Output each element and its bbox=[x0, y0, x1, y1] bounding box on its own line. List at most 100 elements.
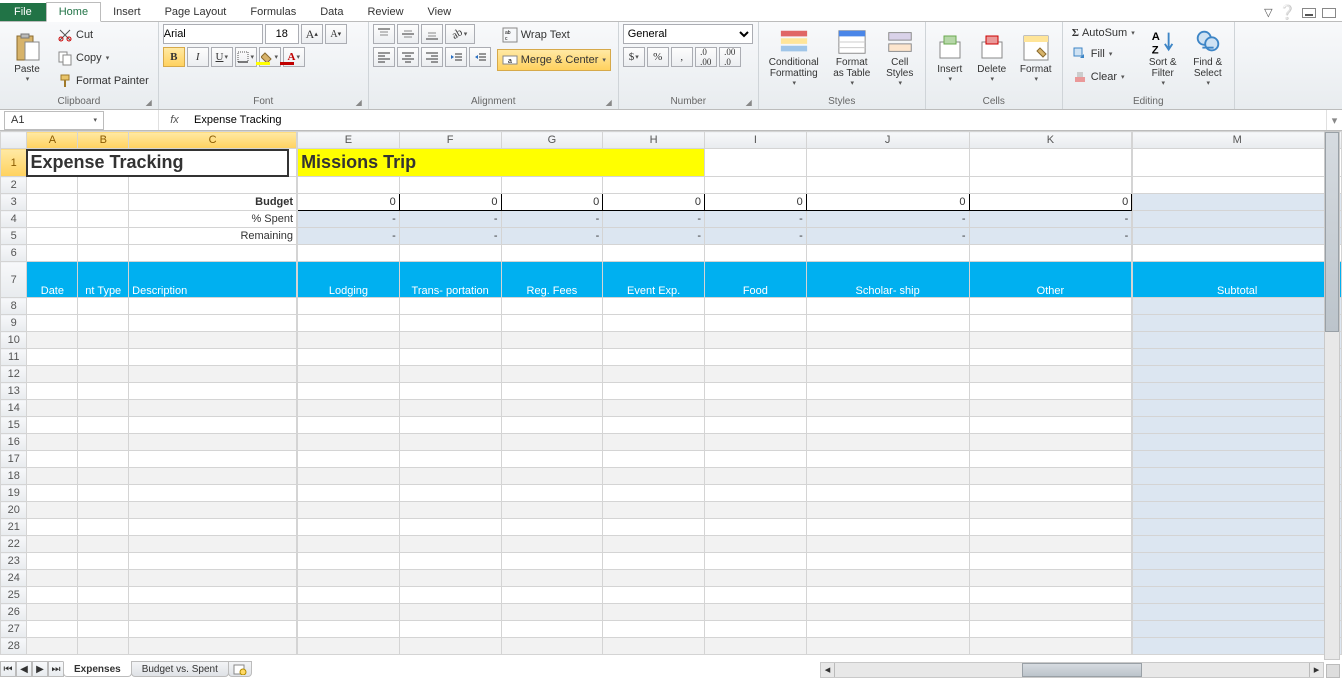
format-as-table-button[interactable]: Format as Table▾ bbox=[827, 24, 877, 90]
column-header[interactable]: K bbox=[969, 132, 1132, 149]
percent-button[interactable]: % bbox=[647, 47, 669, 67]
group-clipboard: Paste▾ Cut Copy▾ Format Painter Clipboar… bbox=[0, 22, 159, 109]
tab-insert[interactable]: Insert bbox=[101, 3, 153, 21]
bold-button[interactable]: B bbox=[163, 47, 185, 67]
group-number: General $▾ % , .0.00 .00.0 Number◢ bbox=[619, 22, 759, 109]
number-format-combo[interactable]: General bbox=[623, 24, 753, 44]
align-middle-button[interactable] bbox=[397, 24, 419, 44]
cut-button[interactable]: Cut bbox=[52, 24, 154, 46]
merge-center-button[interactable]: aMerge & Center▾ bbox=[497, 49, 611, 71]
border-button[interactable]: ▾ bbox=[235, 47, 257, 67]
tab-view[interactable]: View bbox=[416, 3, 464, 21]
decrease-indent-button[interactable] bbox=[445, 47, 467, 67]
horizontal-scrollbar[interactable]: ◂ ▸ bbox=[820, 662, 1324, 678]
align-right-button[interactable] bbox=[421, 47, 443, 67]
delete-cells-button[interactable]: Delete▾ bbox=[972, 24, 1012, 90]
column-header[interactable]: E bbox=[298, 132, 400, 149]
align-bottom-button[interactable] bbox=[421, 24, 443, 44]
worksheet-grid[interactable]: ABCDEFGHIJKLM1Expense TrackingMissions T… bbox=[0, 131, 1342, 660]
row-header[interactable]: 1 bbox=[1, 149, 27, 177]
increase-indent-button[interactable] bbox=[469, 47, 491, 67]
comma-button[interactable]: , bbox=[671, 47, 693, 67]
column-header[interactable]: B bbox=[78, 132, 129, 149]
autosum-button[interactable]: ΣAutoSum▾ bbox=[1067, 24, 1140, 42]
align-center-button[interactable] bbox=[397, 47, 419, 67]
group-styles: Conditional Formatting▾ Format as Table▾… bbox=[759, 22, 926, 109]
vertical-scrollbar[interactable] bbox=[1324, 131, 1340, 660]
grow-font-button[interactable]: A▴ bbox=[301, 24, 323, 44]
formula-bar-expand-icon[interactable]: ▾ bbox=[1326, 110, 1342, 130]
insert-cells-button[interactable]: Insert▾ bbox=[930, 24, 970, 90]
column-header[interactable]: M bbox=[1133, 132, 1342, 149]
column-header[interactable]: J bbox=[806, 132, 969, 149]
clear-button[interactable]: Clear▾ bbox=[1067, 66, 1140, 88]
svg-text:c: c bbox=[505, 36, 508, 42]
tab-page-layout[interactable]: Page Layout bbox=[153, 3, 239, 21]
copy-button[interactable]: Copy▾ bbox=[52, 47, 154, 69]
wrap-text-button[interactable]: abcWrap Text bbox=[497, 24, 611, 46]
cell-styles-button[interactable]: Cell Styles▾ bbox=[879, 24, 921, 90]
svg-text:Z: Z bbox=[1151, 44, 1158, 56]
column-header[interactable]: F bbox=[399, 132, 501, 149]
underline-button[interactable]: U▾ bbox=[211, 47, 233, 67]
group-font: A▴ A▾ B I U▾ ▾ ▾ A▾ Font◢ bbox=[159, 22, 369, 109]
title-cell[interactable]: Expense Tracking bbox=[27, 149, 297, 177]
group-editing: ΣAutoSum▾ Fill▾ Clear▾ AZSort & Filter▾ … bbox=[1063, 22, 1235, 109]
svg-text:A: A bbox=[1151, 31, 1159, 43]
column-header[interactable]: A bbox=[27, 132, 78, 149]
fill-color-button[interactable]: ▾ bbox=[259, 47, 281, 67]
sheet-tab-expenses[interactable]: Expenses bbox=[63, 661, 132, 677]
help-icon[interactable]: ❔ bbox=[1279, 4, 1296, 21]
group-cells: Insert▾ Delete▾ Format▾ Cells bbox=[926, 22, 1063, 109]
sheet-tab-budget-vs-spent[interactable]: Budget vs. Spent bbox=[131, 661, 229, 677]
formula-input[interactable] bbox=[190, 110, 1326, 130]
column-header[interactable]: G bbox=[501, 132, 603, 149]
increase-decimal-button[interactable]: .0.00 bbox=[695, 47, 717, 67]
format-painter-button[interactable]: Format Painter bbox=[52, 70, 154, 92]
new-sheet-button[interactable] bbox=[228, 661, 252, 677]
sheet-nav-prev-icon[interactable]: ◀ bbox=[16, 661, 32, 677]
align-top-button[interactable] bbox=[373, 24, 395, 44]
align-left-button[interactable] bbox=[373, 47, 395, 67]
name-box[interactable]: A1▾ bbox=[4, 111, 104, 130]
svg-text:a: a bbox=[508, 58, 512, 65]
tab-review[interactable]: Review bbox=[355, 3, 415, 21]
paste-button[interactable]: Paste▾ bbox=[4, 24, 50, 90]
sheet-nav-last-icon[interactable]: ⏭ bbox=[48, 661, 64, 677]
clipboard-dialog-icon[interactable]: ◢ bbox=[146, 98, 152, 107]
select-all-button[interactable] bbox=[1, 132, 27, 149]
sheet-nav-first-icon[interactable]: ⏮ bbox=[0, 661, 16, 677]
ribbon-collapse-icon[interactable]: ▽ bbox=[1264, 6, 1272, 19]
sheet-nav-next-icon[interactable]: ▶ bbox=[32, 661, 48, 677]
number-dialog-icon[interactable]: ◢ bbox=[746, 98, 752, 107]
tab-file[interactable]: File bbox=[0, 3, 46, 21]
column-header[interactable]: H bbox=[603, 132, 705, 149]
format-cells-button[interactable]: Format▾ bbox=[1014, 24, 1058, 90]
minimize-icon[interactable] bbox=[1302, 8, 1316, 18]
decrease-decimal-button[interactable]: .00.0 bbox=[719, 47, 741, 67]
column-header[interactable]: C bbox=[129, 132, 297, 149]
tab-home[interactable]: Home bbox=[46, 2, 101, 22]
shrink-font-button[interactable]: A▾ bbox=[325, 24, 347, 44]
find-select-button[interactable]: Find & Select▾ bbox=[1186, 24, 1230, 90]
restore-icon[interactable] bbox=[1322, 8, 1336, 18]
currency-button[interactable]: $▾ bbox=[623, 47, 645, 67]
fill-button[interactable]: Fill▾ bbox=[1067, 43, 1140, 65]
sort-filter-button[interactable]: AZSort & Filter▾ bbox=[1142, 24, 1184, 90]
fx-button[interactable]: fx bbox=[158, 110, 190, 130]
formula-bar: A1▾ fx ▾ bbox=[0, 110, 1342, 131]
conditional-formatting-button[interactable]: Conditional Formatting▾ bbox=[763, 24, 825, 90]
subtitle-cell[interactable]: Missions Trip bbox=[298, 149, 705, 177]
italic-button[interactable]: I bbox=[187, 47, 209, 67]
resize-handle-icon[interactable] bbox=[1326, 664, 1340, 678]
tab-formulas[interactable]: Formulas bbox=[238, 3, 308, 21]
orientation-button[interactable]: ab▾ bbox=[445, 24, 475, 44]
font-color-button[interactable]: A▾ bbox=[283, 47, 305, 67]
font-name-combo[interactable] bbox=[163, 24, 263, 44]
alignment-dialog-icon[interactable]: ◢ bbox=[606, 98, 612, 107]
font-size-combo[interactable] bbox=[265, 24, 299, 44]
group-alignment: ab▾ abcWrap Text aMerge & Center▾ Alignm… bbox=[369, 22, 619, 109]
tab-data[interactable]: Data bbox=[308, 3, 355, 21]
font-dialog-icon[interactable]: ◢ bbox=[356, 98, 362, 107]
column-header[interactable]: I bbox=[705, 132, 807, 149]
